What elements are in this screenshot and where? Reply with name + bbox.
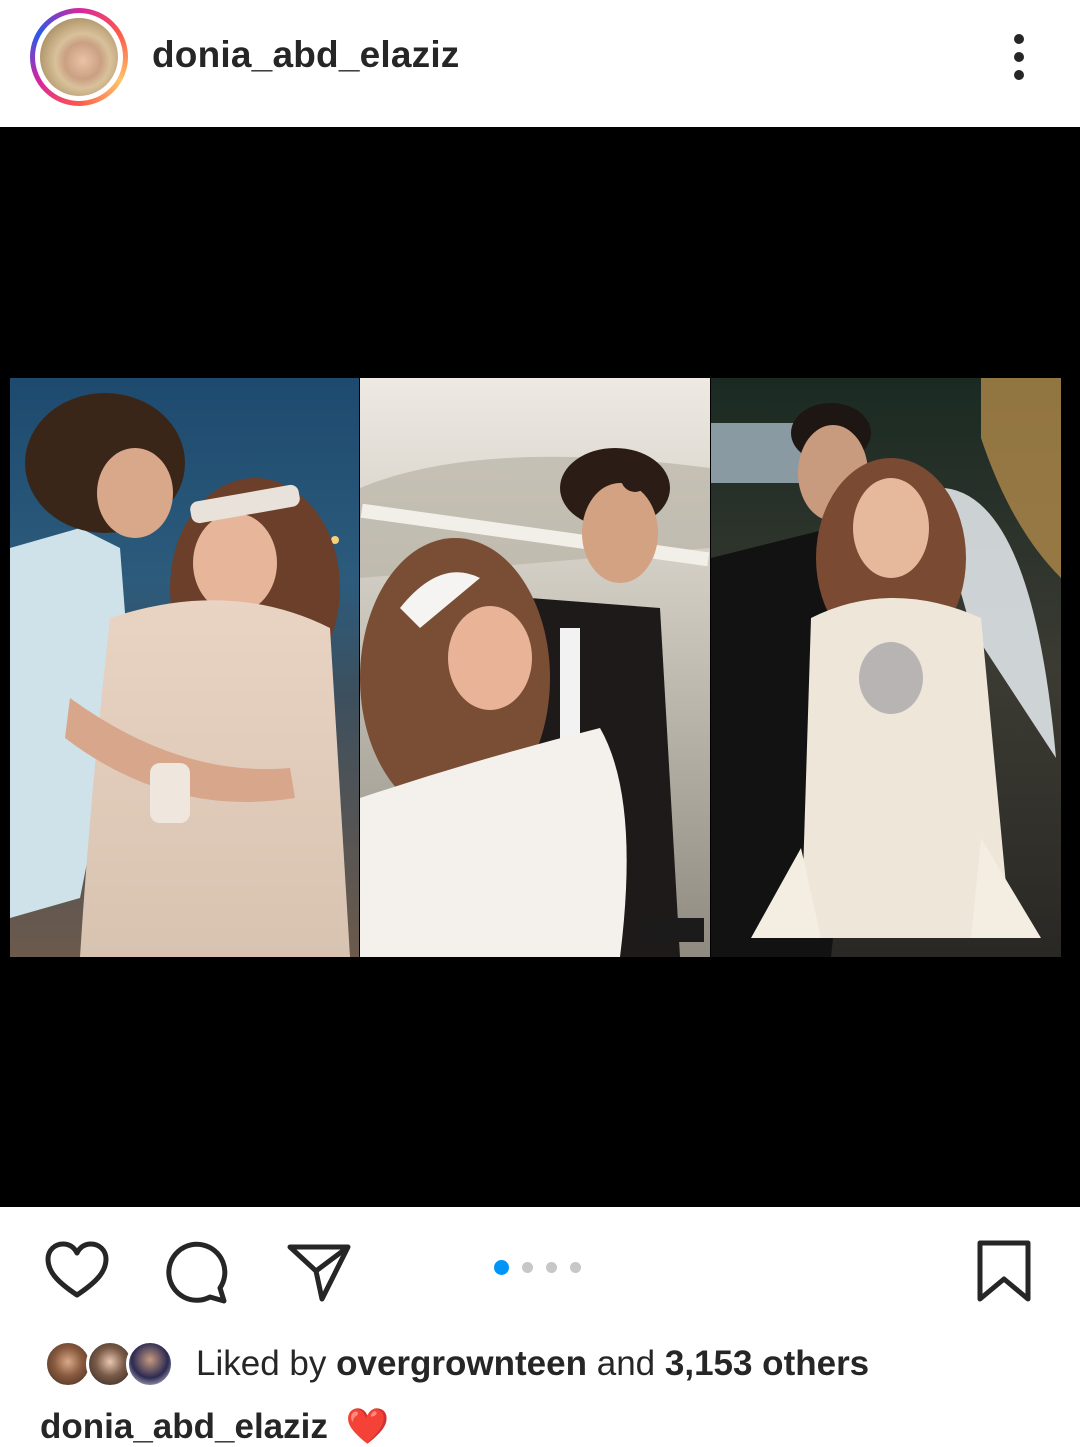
wedding-photo-1 — [10, 378, 359, 957]
liked-by-user[interactable]: overgrownteen — [336, 1344, 587, 1383]
carousel-dot — [546, 1262, 557, 1273]
post-media[interactable] — [0, 127, 1080, 1207]
avatar-image — [40, 18, 118, 96]
caption-username[interactable]: donia_abd_elaziz — [40, 1407, 328, 1446]
wedding-photo-2 — [360, 378, 710, 957]
bookmark-icon[interactable] — [970, 1237, 1040, 1307]
likes-row[interactable]: Liked by overgrownteen and 3,153 others — [0, 1336, 1080, 1396]
post-caption: donia_abd_elaziz ❤️ — [40, 1406, 389, 1447]
heart-icon[interactable] — [42, 1237, 112, 1307]
likes-others[interactable]: 3,153 others — [665, 1344, 869, 1383]
heart-emoji: ❤️ — [345, 1407, 390, 1446]
carousel-dot — [522, 1262, 533, 1273]
liker-avatar — [126, 1340, 174, 1388]
likes-middle: and — [596, 1344, 656, 1383]
carousel-dot — [570, 1262, 581, 1273]
likes-text: Liked by overgrownteen and 3,153 others — [196, 1344, 869, 1384]
comment-icon[interactable] — [162, 1237, 232, 1307]
profile-avatar[interactable] — [30, 8, 128, 106]
more-vertical-icon[interactable] — [1000, 32, 1038, 82]
wedding-photo-3 — [711, 378, 1061, 957]
liker-avatar — [44, 1340, 92, 1388]
paper-plane-icon[interactable] — [284, 1237, 354, 1307]
post-actions — [0, 1207, 1080, 1325]
likes-prefix: Liked by — [196, 1344, 327, 1383]
post-header: donia_abd_elaziz — [0, 0, 1080, 126]
post-username[interactable]: donia_abd_elaziz — [152, 34, 460, 76]
carousel-dot-active — [494, 1260, 509, 1275]
